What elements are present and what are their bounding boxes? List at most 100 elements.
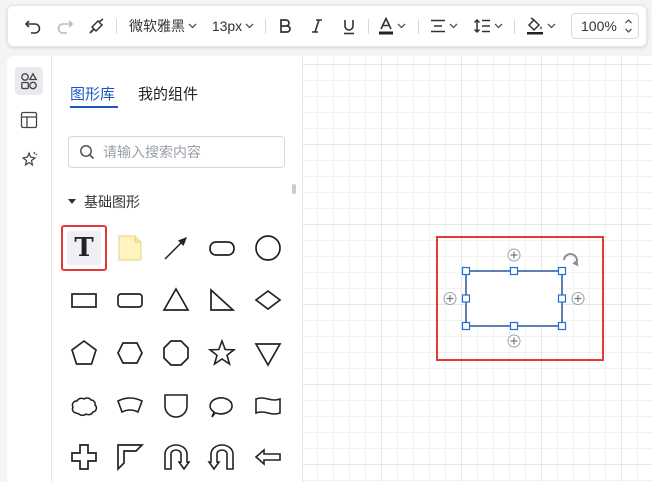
- search-input[interactable]: 请输入搜索内容: [68, 136, 285, 168]
- redo-icon[interactable]: [52, 6, 78, 46]
- add-connector-icon[interactable]: [571, 292, 585, 305]
- resize-handle[interactable]: [557, 266, 567, 276]
- shape-note[interactable]: [107, 225, 153, 271]
- shape-drop[interactable]: [153, 383, 199, 429]
- chevron-down-icon: [245, 23, 254, 29]
- shape-right-triangle[interactable]: [199, 277, 245, 323]
- align-icon[interactable]: [426, 6, 462, 46]
- divider: [418, 19, 419, 34]
- rounded-rectangle-icon: [117, 293, 143, 308]
- right-triangle-icon: [210, 288, 236, 311]
- italic-icon[interactable]: [304, 6, 330, 46]
- rectangle-icon: [71, 293, 97, 308]
- section-basic-shapes[interactable]: 基础图形: [68, 192, 140, 212]
- shape-star[interactable]: [199, 330, 245, 376]
- pentagon-icon: [71, 339, 97, 365]
- stepper-icon[interactable]: [624, 17, 633, 35]
- font-family-select[interactable]: 微软雅黑: [122, 6, 204, 46]
- inverted-triangle-icon: [254, 343, 282, 367]
- shape-rectangle[interactable]: [61, 277, 107, 323]
- shape-arrow-line[interactable]: [153, 225, 199, 271]
- scrollbar[interactable]: [292, 184, 296, 194]
- divider: [116, 19, 117, 34]
- shape-cross[interactable]: [61, 434, 107, 480]
- add-connector-icon[interactable]: [507, 248, 521, 262]
- caret-down-icon: [68, 199, 76, 204]
- magic-icon[interactable]: [15, 145, 43, 173]
- zoom-value: 100%: [581, 18, 617, 34]
- sidebar-rail: [7, 56, 52, 482]
- chevron-down-icon: [494, 23, 503, 29]
- chevron-down-icon: [449, 23, 458, 29]
- bold-icon[interactable]: [272, 6, 298, 46]
- rotate-icon[interactable]: [563, 253, 579, 267]
- divider: [514, 19, 515, 34]
- shape-left-arrow[interactable]: [245, 434, 291, 480]
- triangle-icon: [162, 287, 190, 311]
- app-window: 微软雅黑 13px 100% 图形库 我的组件 请输入搜索内容 基础图形 T: [0, 0, 652, 482]
- undo-icon[interactable]: [20, 6, 46, 46]
- add-connector-icon[interactable]: [507, 334, 521, 348]
- shape-corner[interactable]: [107, 434, 153, 480]
- shape-hexagon[interactable]: [107, 330, 153, 376]
- shape-inverted-triangle[interactable]: [245, 330, 291, 376]
- note-icon: [118, 235, 142, 261]
- font-family-value: 微软雅黑: [129, 18, 185, 34]
- shape-triangle[interactable]: [153, 277, 199, 323]
- resize-handle[interactable]: [461, 321, 471, 331]
- shape-speech-bubble[interactable]: [199, 383, 245, 429]
- corner-icon: [117, 444, 145, 472]
- search-placeholder: 请输入搜索内容: [103, 144, 201, 160]
- shape-rounded-pill[interactable]: [199, 225, 245, 271]
- octagon-icon: [163, 340, 189, 366]
- resize-handle[interactable]: [509, 266, 519, 276]
- zoom-input[interactable]: 100%: [571, 13, 639, 39]
- underline-icon[interactable]: [336, 6, 362, 46]
- tab-my-components[interactable]: 我的组件: [138, 83, 198, 104]
- shape-diamond[interactable]: [245, 277, 291, 323]
- shape-library-panel: 图形库 我的组件 请输入搜索内容 基础图形 T: [52, 56, 303, 482]
- chevron-down-icon: [547, 23, 556, 29]
- shape-text[interactable]: T: [61, 225, 107, 271]
- divider: [368, 19, 369, 34]
- speech-bubble-icon: [209, 397, 233, 418]
- resize-handle[interactable]: [557, 294, 567, 303]
- drawing-canvas[interactable]: [303, 56, 652, 482]
- hexagon-icon: [117, 342, 143, 364]
- u-arrow-up-icon: [164, 444, 191, 471]
- shape-cloud[interactable]: [61, 383, 107, 429]
- template-icon[interactable]: [15, 106, 43, 134]
- drop-icon: [164, 394, 188, 418]
- shape-tape[interactable]: [245, 383, 291, 429]
- shape-pentagon[interactable]: [61, 330, 107, 376]
- line-height-icon[interactable]: [470, 6, 506, 46]
- arrow-line-icon: [164, 237, 187, 260]
- section-title: 基础图形: [84, 194, 140, 210]
- selected-rectangle-shape[interactable]: [465, 270, 563, 327]
- resize-handle[interactable]: [557, 321, 567, 331]
- left-arrow-icon: [254, 448, 281, 466]
- shape-u-arrow-up[interactable]: [153, 434, 199, 480]
- format-painter-icon[interactable]: [84, 6, 110, 46]
- shapes-icon[interactable]: [15, 67, 43, 95]
- divider: [265, 19, 266, 34]
- add-connector-icon[interactable]: [443, 292, 457, 305]
- shape-octagon[interactable]: [153, 330, 199, 376]
- toolbar: 微软雅黑 13px 100%: [7, 5, 647, 47]
- star-icon: [207, 338, 237, 366]
- shape-rounded-rectangle[interactable]: [107, 277, 153, 323]
- diamond-icon: [254, 289, 282, 311]
- fill-color-icon[interactable]: [522, 6, 560, 46]
- font-size-select[interactable]: 13px: [206, 6, 260, 46]
- tab-shape-library[interactable]: 图形库: [70, 83, 115, 104]
- chevron-down-icon: [397, 23, 406, 29]
- shape-banner[interactable]: [107, 383, 153, 429]
- canvas-overlay: [443, 248, 585, 348]
- shape-u-arrow-down[interactable]: [199, 434, 245, 480]
- font-color-icon[interactable]: [374, 6, 410, 46]
- shape-circle[interactable]: [245, 225, 291, 271]
- circle-icon: [255, 235, 281, 261]
- resize-handle[interactable]: [509, 321, 519, 331]
- resize-handle[interactable]: [461, 266, 471, 276]
- resize-handle[interactable]: [461, 294, 471, 303]
